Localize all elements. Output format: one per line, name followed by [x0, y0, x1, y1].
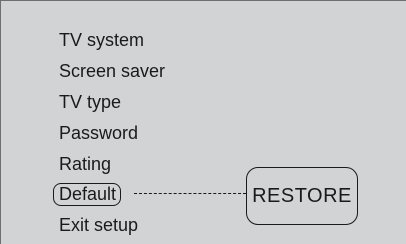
- menu-item-tv-type[interactable]: TV type: [59, 91, 121, 113]
- submenu-connector-line: [134, 193, 246, 194]
- setup-menu-screen: TV system Screen saver TV type Password …: [0, 0, 406, 244]
- menu-item-screen-saver[interactable]: Screen saver: [59, 60, 165, 82]
- menu-item-password[interactable]: Password: [59, 122, 138, 144]
- restore-option-button[interactable]: RESTORE: [246, 167, 358, 225]
- restore-option-label: RESTORE: [252, 184, 352, 207]
- menu-item-exit-setup[interactable]: Exit setup: [59, 214, 138, 236]
- menu-item-tv-system[interactable]: TV system: [59, 29, 144, 51]
- menu-item-default[interactable]: Default: [53, 183, 122, 206]
- menu-item-rating[interactable]: Rating: [59, 153, 111, 175]
